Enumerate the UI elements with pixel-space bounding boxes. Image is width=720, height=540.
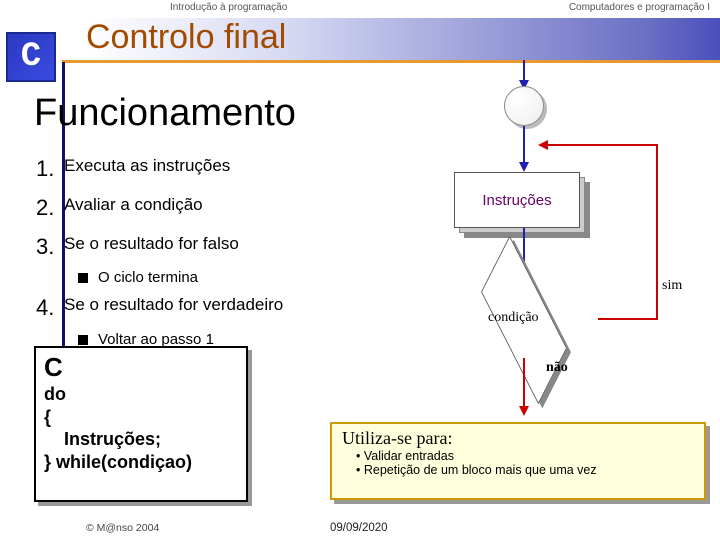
step-2: 2.Avaliar a condição — [36, 189, 283, 228]
code-line-3: Instruções; — [64, 428, 238, 451]
use-heading: Utiliza-se para: — [342, 428, 694, 449]
code-line-1: do — [44, 383, 238, 406]
code-line-2: { — [44, 406, 238, 429]
decision-label: condição — [488, 310, 539, 326]
flow-line-red — [656, 144, 658, 320]
use-box: Utiliza-se para: • Validar entradas • Re… — [330, 422, 706, 500]
yes-label: sim — [662, 278, 682, 294]
code-line-4: } while(condiçao) — [44, 451, 238, 474]
start-node — [504, 86, 544, 126]
no-label: não — [546, 360, 568, 376]
bullet-square-icon — [78, 335, 88, 345]
flow-line-red — [598, 318, 658, 320]
section-heading: Funcionamento — [34, 92, 296, 135]
process-box: Instruções — [454, 172, 580, 228]
arrow-down-icon — [519, 406, 529, 416]
flow-line-red — [546, 144, 658, 146]
code-lang: C — [44, 352, 238, 383]
use-bullet-1: • Validar entradas — [356, 449, 694, 463]
footer-copyright: © M@nso 2004 — [86, 522, 159, 534]
header-band: Introdução à programação Computadores e … — [0, 0, 720, 18]
logo-c: C — [6, 32, 56, 82]
arrow-down-icon — [519, 162, 529, 172]
slide-title: Controlo final — [86, 18, 286, 57]
flow-line-red — [523, 358, 525, 412]
step-1: 1.Executa as instruções — [36, 150, 283, 189]
use-bullet-2: • Repetição de um bloco mais que uma vez — [356, 463, 694, 477]
header-left: Introdução à programação — [170, 2, 287, 16]
step-3a: O ciclo termina — [78, 266, 283, 289]
arrow-left-icon — [538, 140, 548, 150]
footer-date: 09/09/2020 — [330, 522, 388, 534]
bullet-square-icon — [78, 273, 88, 283]
header-right: Computadores e programação I — [569, 2, 710, 16]
steps-list: 1.Executa as instruções 2.Avaliar a cond… — [36, 150, 283, 351]
step-3: 3.Se o resultado for falso — [36, 228, 283, 267]
step-4: 4.Se o resultado for verdadeiro — [36, 289, 283, 328]
code-box: C do { Instruções; } while(condiçao) — [34, 346, 248, 502]
